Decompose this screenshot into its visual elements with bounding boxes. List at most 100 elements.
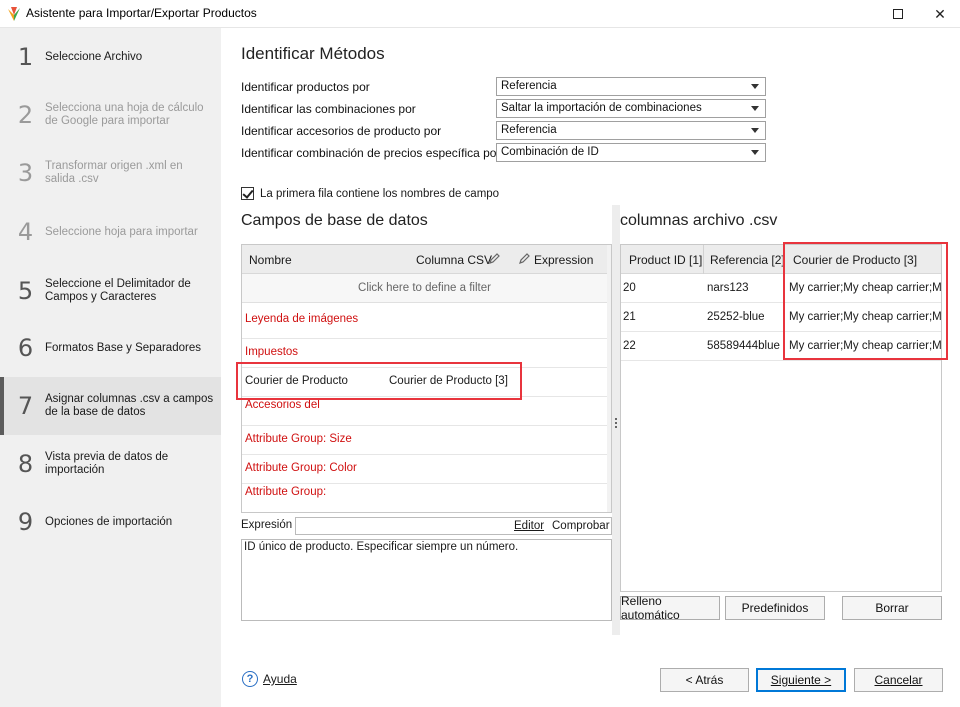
field-name: Attribute Group: Size — [245, 433, 352, 445]
step-number: 2 — [17, 101, 34, 129]
csv-cell: My carrier;My cheap carrier;My — [789, 340, 942, 352]
csv-cell: 20 — [623, 282, 636, 294]
cancel-button[interactable]: Cancelar — [854, 668, 943, 692]
step-7[interactable]: 7 Asignar columnas .csv a campos de la b… — [0, 377, 221, 435]
wizard-steps-sidebar: 1 Seleccione Archivo 2 Selecciona una ho… — [0, 28, 221, 707]
step-number: 1 — [17, 43, 34, 71]
step-number: 6 — [17, 334, 34, 362]
step-label: Asignar columnas .csv a campos de la bas… — [45, 393, 214, 418]
select-value: Referencia — [501, 80, 557, 92]
table-row[interactable]: Accesorios del — [242, 397, 607, 426]
maximize-button[interactable] — [876, 0, 920, 28]
chevron-down-icon — [751, 106, 759, 111]
csv-cell: nars123 — [707, 282, 749, 294]
close-icon: ✕ — [934, 5, 946, 22]
db-fields-grid: Nombre Columna CSV Expression Click here… — [241, 244, 612, 513]
pencil-icon[interactable] — [518, 253, 530, 265]
table-row[interactable]: Attribute Group: — [242, 484, 607, 512]
identify-products-select[interactable]: Referencia — [496, 77, 766, 96]
expression-editor-link[interactable]: Editor — [514, 520, 544, 532]
identify-accessories-select[interactable]: Referencia — [496, 121, 766, 140]
app-logo-icon — [8, 7, 20, 21]
clear-button[interactable]: Borrar — [842, 596, 942, 620]
table-row[interactable]: Courier de Producto Courier de Producto … — [242, 368, 607, 397]
cancel-label: Cancelar — [874, 673, 923, 687]
field-name: Impuestos — [245, 346, 299, 358]
next-button[interactable]: Siguiente > — [756, 668, 846, 692]
field-name: Leyenda de imágenes — [245, 313, 359, 325]
first-row-header-checkbox-row[interactable]: La primera fila contiene los nombres de … — [241, 187, 499, 200]
step-number: 9 — [17, 508, 34, 536]
field-csv-column[interactable]: Courier de Producto [3] — [389, 375, 508, 387]
maximize-icon — [893, 9, 903, 19]
step-4: 4 Seleccione hoja para importar — [0, 203, 221, 261]
expression-input[interactable]: Editor Comprobar — [295, 517, 612, 535]
col-header-name[interactable]: Nombre — [249, 253, 292, 267]
identify-combinations-label: Identificar las combinaciones por — [241, 102, 416, 116]
step-number: 3 — [17, 159, 34, 187]
identify-products-label: Identificar productos por — [241, 80, 370, 94]
chevron-down-icon — [751, 150, 759, 155]
identify-methods-title: Identificar Métodos — [241, 44, 385, 63]
step-9[interactable]: 9 Opciones de importación — [0, 493, 221, 551]
csv-cell: 25252-blue — [707, 311, 765, 323]
table-row[interactable]: 21 25252-blue My carrier;My cheap carrie… — [621, 303, 942, 332]
splitter-grip-icon — [615, 418, 617, 428]
back-label: < Atrás — [685, 673, 724, 687]
table-row[interactable]: 22 58589444blue My carrier;My cheap carr… — [621, 332, 942, 361]
table-row[interactable]: Attribute Group: Size — [242, 426, 607, 455]
auto-fill-button[interactable]: Relleno automático — [620, 594, 720, 622]
first-row-header-label: La primera fila contiene los nombres de … — [260, 187, 500, 200]
csv-col-header[interactable]: Product ID [1] — [629, 253, 702, 267]
col-header-csv[interactable]: Columna CSV — [416, 253, 492, 267]
step-label: Selecciona una hoja de cálculo de Google… — [45, 102, 204, 127]
select-value: Referencia — [501, 124, 557, 136]
identify-accessories-label: Identificar accesorios de producto por — [241, 124, 442, 138]
field-name: Courier de Producto — [245, 375, 348, 387]
step-3: 3 Transformar origen .xml en salida .csv — [0, 144, 221, 202]
step-6[interactable]: 6 Formatos Base y Separadores — [0, 319, 221, 377]
pencil-icon[interactable] — [488, 253, 500, 265]
defaults-button[interactable]: Predefinidos — [725, 596, 825, 620]
table-row[interactable]: Impuestos — [242, 339, 607, 368]
select-value: Combinación de ID — [501, 146, 599, 158]
help-link[interactable]: ? Ayuda — [242, 671, 297, 687]
csv-cell: 21 — [623, 311, 636, 323]
db-fields-header: Nombre Columna CSV Expression — [242, 245, 607, 274]
identify-specific-price-select[interactable]: Combinación de ID — [496, 143, 766, 162]
field-name: Accesorios del — [245, 399, 320, 411]
identify-specific-price-label: Identificar combinación de precios espec… — [241, 146, 501, 160]
chevron-down-icon — [751, 128, 759, 133]
step-number: 4 — [17, 218, 34, 246]
select-value: Saltar la importación de combinaciones — [501, 102, 702, 114]
field-description: ID único de producto. Especificar siempr… — [241, 539, 612, 621]
column-divider — [703, 245, 704, 274]
step-5[interactable]: 5 Seleccione el Delimitador de Campos y … — [0, 262, 221, 320]
csv-header: Product ID [1] Referencia [2] Courier de… — [621, 245, 941, 274]
first-row-header-checkbox[interactable] — [241, 187, 254, 200]
table-row[interactable]: Attribute Group: Color — [242, 455, 607, 484]
step-label: Formatos Base y Separadores — [45, 341, 201, 354]
step-label: Seleccione el Delimitador de Campos y Ca… — [45, 278, 191, 303]
step-number: 8 — [17, 450, 34, 478]
col-header-expression[interactable]: Expression — [534, 253, 593, 267]
field-name: Attribute Group: — [245, 486, 327, 498]
back-button[interactable]: < Atrás — [660, 668, 749, 692]
table-row[interactable]: Leyenda de imágenes — [242, 311, 607, 339]
csv-cell: My carrier;My cheap carrier;My — [789, 311, 942, 323]
step-number: 5 — [17, 277, 34, 305]
table-row[interactable]: 20 nars123 My carrier;My cheap carrier;M… — [621, 274, 941, 303]
csv-col-header[interactable]: Courier de Producto [3] — [793, 253, 917, 267]
step-label: Transformar origen .xml en salida .csv — [45, 160, 183, 185]
step-1[interactable]: 1 Seleccione Archivo — [0, 28, 221, 86]
identify-combinations-select[interactable]: Saltar la importación de combinaciones — [496, 99, 766, 118]
expression-check-link[interactable]: Comprobar — [552, 520, 610, 532]
step-2: 2 Selecciona una hoja de cálculo de Goog… — [0, 86, 221, 144]
step-label: Vista previa de datos de importación — [45, 451, 169, 476]
close-button[interactable]: ✕ — [920, 0, 960, 28]
filter-row[interactable]: Click here to define a filter — [242, 274, 607, 303]
csv-col-header[interactable]: Referencia [2] — [710, 253, 785, 267]
step-8[interactable]: 8 Vista previa de datos de importación — [0, 435, 221, 493]
column-divider — [783, 245, 784, 274]
next-label: Siguiente > — [770, 673, 832, 687]
